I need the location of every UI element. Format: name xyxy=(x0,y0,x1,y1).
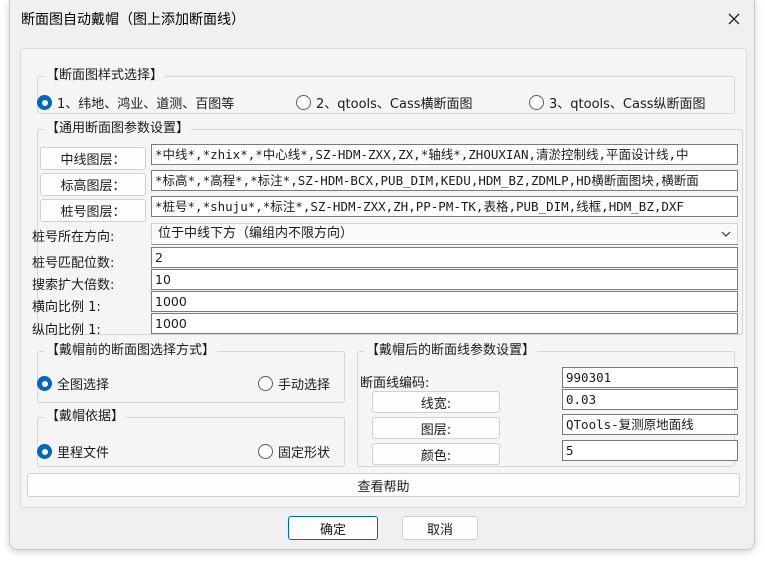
basis-fixed-shape-label: 固定形状 xyxy=(278,446,331,461)
style-option-2-label: 2、qtools、Cass横断面图 xyxy=(316,97,473,112)
h-scale-input[interactable]: 1000 xyxy=(151,291,738,312)
common-section: 【通用断面图参数设置】 中线图层： *中线*,*zhix*,*中心线*,SZ-H… xyxy=(32,121,743,338)
basis-mileage-file-label: 里程文件 xyxy=(57,446,110,461)
centerline-layer-input[interactable]: *中线*,*zhix*,*中心线*,SZ-HDM-ZXX,ZX,*轴线*,ZHO… xyxy=(151,144,738,165)
line-section: 【戴帽后的断面线参数设置】 断面线编码: 990301 线宽: 0.03 图层:… xyxy=(357,343,738,467)
select-mode-manual-label: 手动选择 xyxy=(278,378,331,393)
elevation-layer-button[interactable]: 标高图层： xyxy=(40,173,146,196)
line-width-button[interactable]: 线宽: xyxy=(372,391,500,413)
close-button[interactable] xyxy=(720,6,748,32)
v-scale-input[interactable]: 1000 xyxy=(151,313,738,334)
centerline-layer-button[interactable]: 中线图层： xyxy=(40,147,146,170)
basis-section-title: 【戴帽依据】 xyxy=(44,409,127,425)
style-option-2[interactable]: 2、qtools、Cass横断面图 xyxy=(296,93,473,112)
line-width-input[interactable]: 0.03 xyxy=(562,389,738,410)
select-mode-section-title: 【戴帽前的断面图选择方式】 xyxy=(44,343,218,359)
style-option-3-label: 3、qtools、Cass纵断面图 xyxy=(549,97,706,112)
line-color-input[interactable]: 5 xyxy=(562,440,738,461)
dialog-window: 断面图自动戴帽（图上添加断面线） 【断面图样式选择】 1、纬地、鸿业、道测、百图… xyxy=(9,0,755,550)
search-factor-input[interactable]: 10 xyxy=(151,269,738,290)
line-layer-input[interactable]: QTools-复测原地面线 xyxy=(562,414,738,435)
station-direction-value: 位于中线下方（编组内不限方向） xyxy=(158,226,354,241)
search-factor-label: 搜索扩大倍数: xyxy=(32,278,115,293)
match-digits-label: 桩号匹配位数: xyxy=(32,256,115,271)
radio-unchecked-icon xyxy=(258,444,273,459)
close-icon xyxy=(728,13,740,25)
select-mode-all-label: 全图选择 xyxy=(57,378,110,393)
v-scale-label: 纵向比例 1: xyxy=(32,323,101,338)
style-option-1[interactable]: 1、纬地、鸿业、道测、百图等 xyxy=(37,93,234,112)
radio-unchecked-icon xyxy=(529,95,544,110)
style-section-title: 【断面图样式选择】 xyxy=(44,68,166,84)
help-button[interactable]: 查看帮助 xyxy=(27,473,740,497)
station-direction-select[interactable]: 位于中线下方（编组内不限方向） xyxy=(151,223,738,245)
window-title: 断面图自动戴帽（图上添加断面线） xyxy=(21,12,245,28)
line-layer-button[interactable]: 图层: xyxy=(372,417,500,439)
select-mode-section: 【戴帽前的断面图选择方式】 全图选择 手动选择 xyxy=(37,343,345,403)
radio-checked-icon xyxy=(37,95,52,110)
line-code-input[interactable]: 990301 xyxy=(562,367,738,388)
basis-mileage-file[interactable]: 里程文件 xyxy=(37,442,109,461)
station-layer-input[interactable]: *桩号*,*shuju*,*标注*,SZ-HDM-ZXX,ZH,PP-PM-TK… xyxy=(151,196,738,217)
station-layer-button[interactable]: 桩号图层： xyxy=(40,199,146,222)
basis-fixed-shape[interactable]: 固定形状 xyxy=(258,442,330,461)
line-section-title: 【戴帽后的断面线参数设置】 xyxy=(364,343,538,359)
match-digits-input[interactable]: 2 xyxy=(151,247,738,268)
style-option-3[interactable]: 3、qtools、Cass纵断面图 xyxy=(529,93,706,112)
elevation-layer-input[interactable]: *标高*,*高程*,*标注*,SZ-HDM-BCX,PUB_DIM,KEDU,H… xyxy=(151,170,738,191)
cancel-button[interactable]: 取消 xyxy=(402,516,478,540)
select-mode-manual[interactable]: 手动选择 xyxy=(258,374,330,393)
chevron-down-icon xyxy=(721,224,731,244)
radio-checked-icon xyxy=(37,376,52,391)
dialog-content: 【断面图样式选择】 1、纬地、鸿业、道测、百图等 2、qtools、Cass横断… xyxy=(20,48,747,508)
style-section: 【断面图样式选择】 1、纬地、鸿业、道测、百图等 2、qtools、Cass横断… xyxy=(37,68,735,114)
select-mode-all[interactable]: 全图选择 xyxy=(37,374,109,393)
h-scale-label: 横向比例 1: xyxy=(32,300,101,315)
line-code-label: 断面线编码: xyxy=(360,376,430,391)
style-option-1-label: 1、纬地、鸿业、道测、百图等 xyxy=(57,97,235,112)
station-direction-label: 桩号所在方向: xyxy=(32,230,115,245)
radio-unchecked-icon xyxy=(296,95,311,110)
radio-unchecked-icon xyxy=(258,376,273,391)
radio-checked-icon xyxy=(37,444,52,459)
common-section-title: 【通用断面图参数设置】 xyxy=(44,121,192,137)
basis-section: 【戴帽依据】 里程文件 固定形状 xyxy=(37,409,345,467)
title-bar: 断面图自动戴帽（图上添加断面线） xyxy=(10,0,754,38)
ok-button[interactable]: 确定 xyxy=(288,516,378,540)
line-color-button[interactable]: 颜色: xyxy=(372,443,500,465)
